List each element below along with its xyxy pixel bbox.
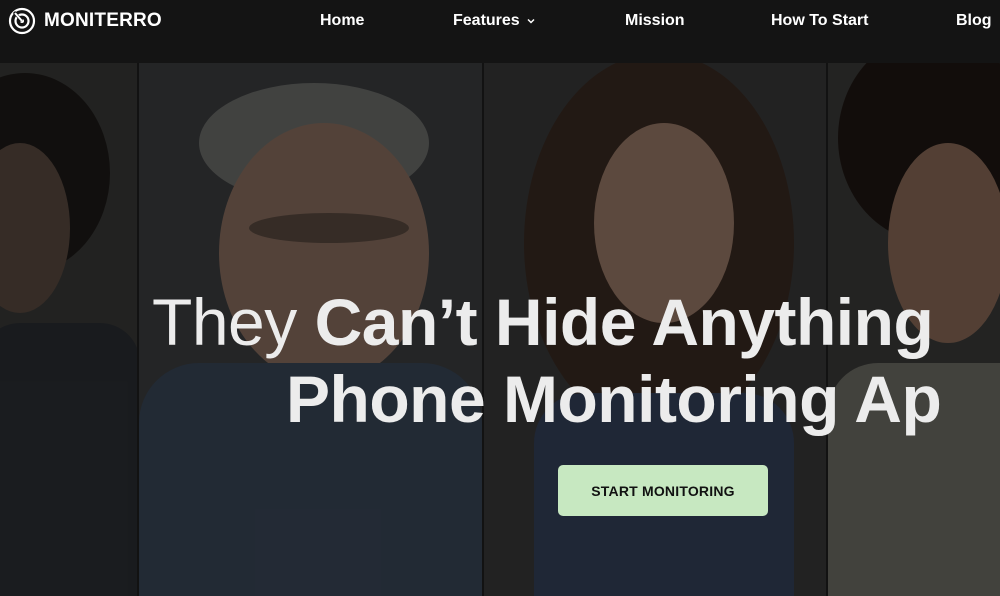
nav-how-to-start-link[interactable]: How To Start: [771, 11, 868, 31]
headline-line-2: Phone Monitoring Ap: [286, 362, 942, 436]
top-navigation: MONITERRO Home Features Mission How To S…: [0, 0, 1000, 63]
nav-how-to-start-label: How To Start: [771, 12, 869, 29]
nav-blog-link[interactable]: Blog: [956, 11, 992, 31]
nav-home-label: Home: [320, 12, 365, 29]
nav-home-link[interactable]: Home: [320, 11, 364, 31]
brand-name: MONITERRO: [44, 10, 162, 31]
brand-logo[interactable]: MONITERRO: [8, 7, 162, 35]
chevron-down-icon: [527, 18, 535, 24]
nav-blog-label: Blog: [956, 12, 992, 29]
target-icon: [8, 7, 36, 35]
start-monitoring-button[interactable]: START MONITORING: [558, 465, 768, 516]
headline-bold-text: Can’t Hide Anything: [314, 285, 934, 359]
nav-mission-label: Mission: [625, 12, 685, 29]
hero-section: They Can’t Hide Anything Phone Monitorin…: [0, 63, 1000, 596]
nav-features-label: Features: [453, 12, 520, 29]
nav-features-link[interactable]: Features: [453, 11, 536, 31]
nav-mission-link[interactable]: Mission: [625, 11, 685, 31]
headline-line-1: They Can’t Hide Anything: [152, 283, 934, 361]
headline-light-text: They: [152, 285, 315, 359]
